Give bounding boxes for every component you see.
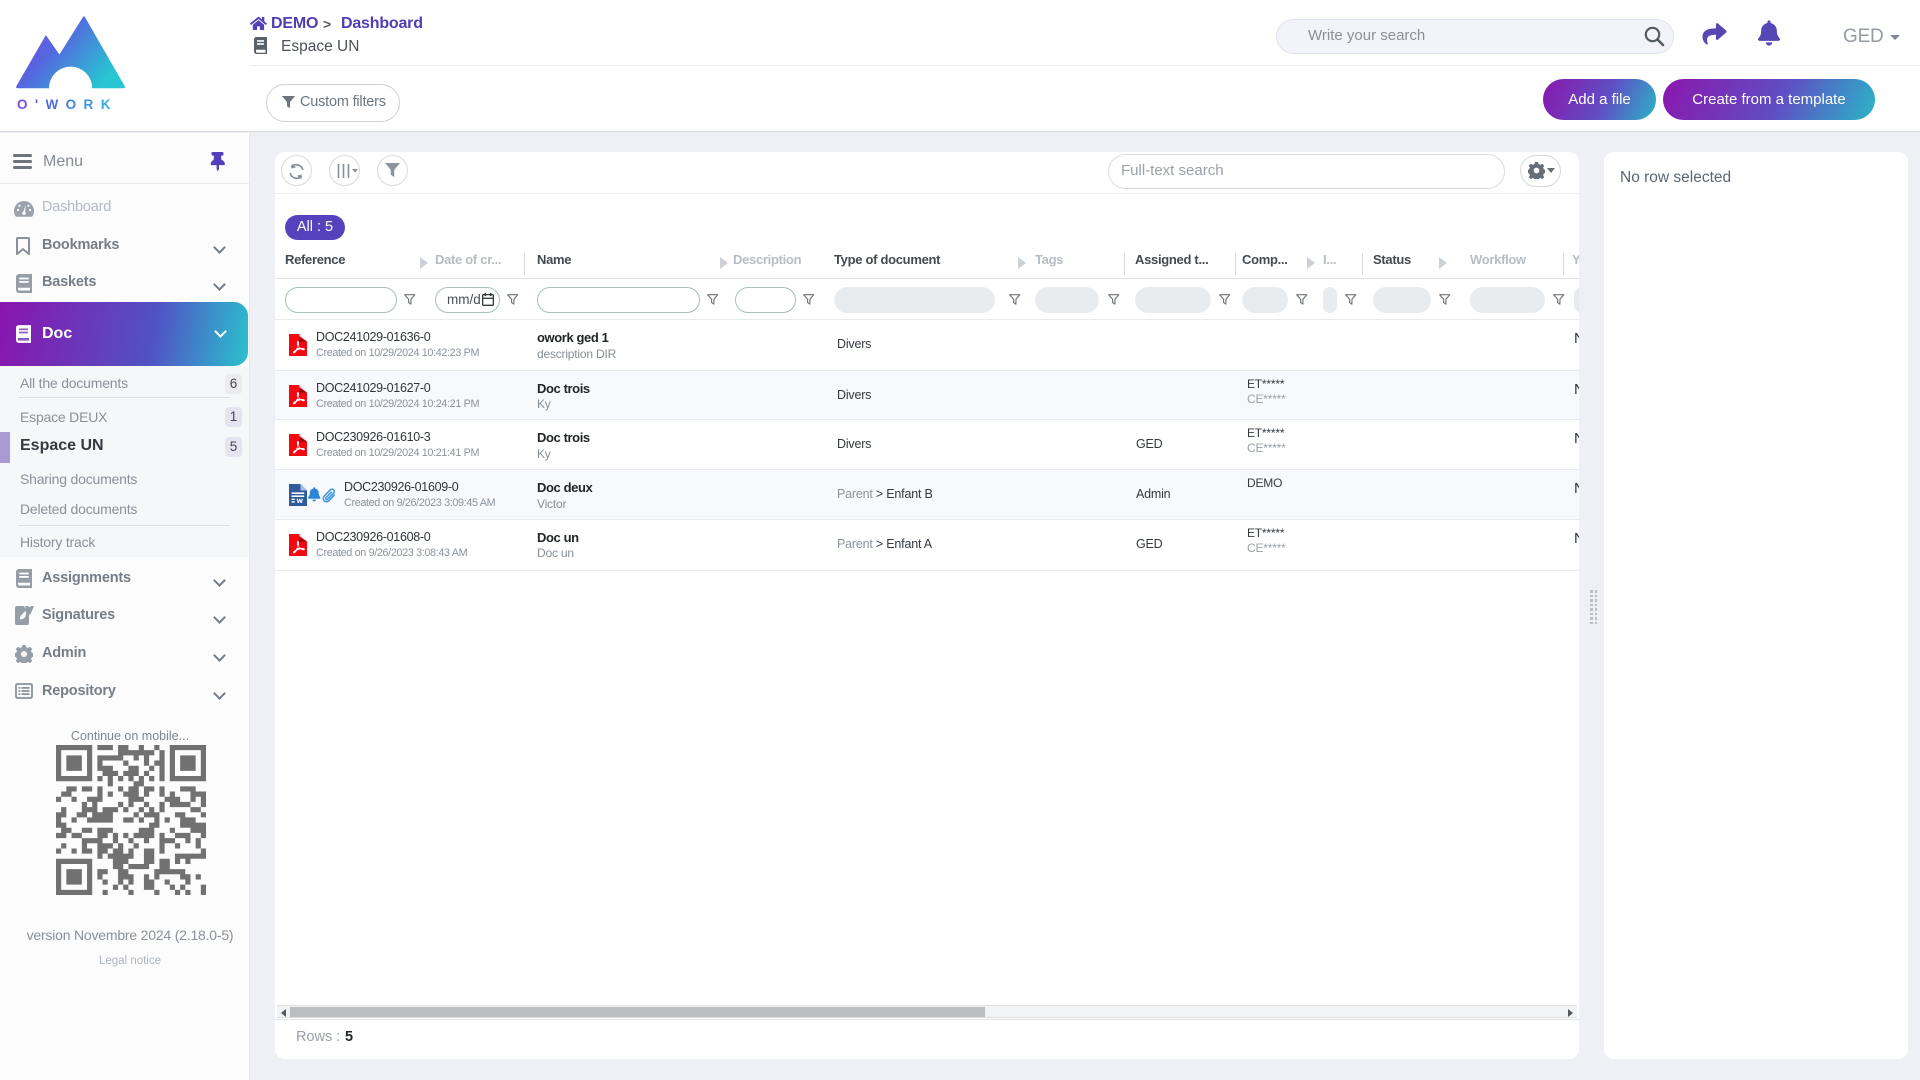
svg-text:O'WORK: O'WORK [17, 97, 118, 112]
